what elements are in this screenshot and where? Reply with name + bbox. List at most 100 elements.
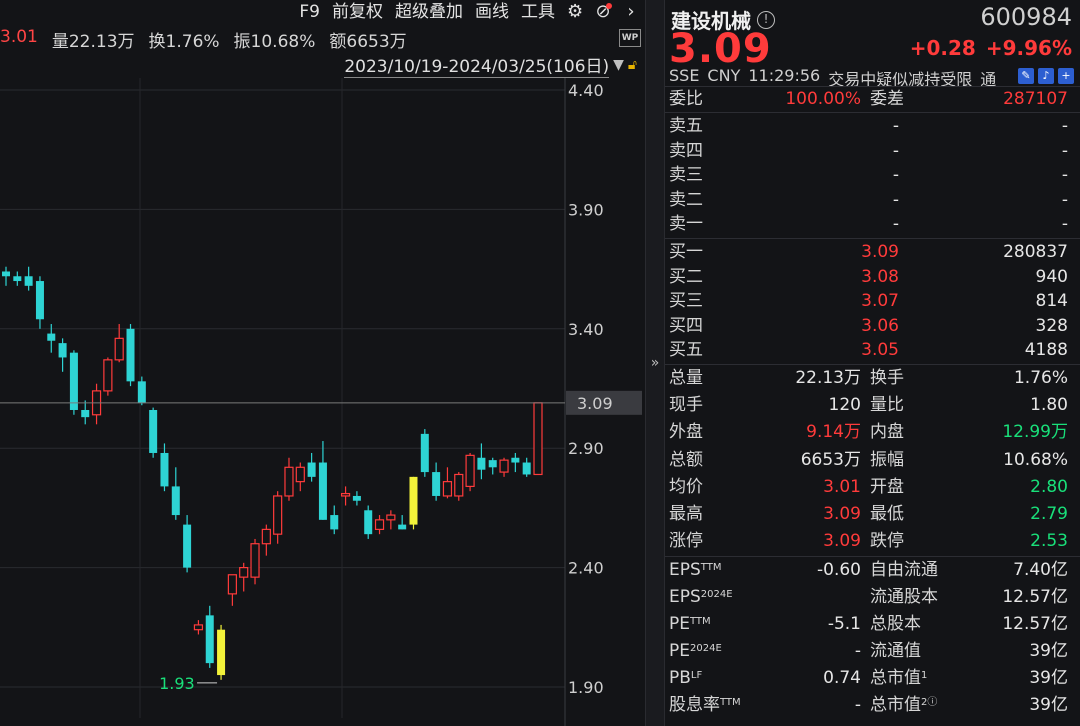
buy-price: 3.07 xyxy=(861,291,899,312)
y-tick-label: 1.90 xyxy=(568,678,604,697)
buy-row[interactable]: 买四 3.06 328 xyxy=(665,314,1074,338)
y-tick-label: 2.90 xyxy=(568,439,604,458)
sell-row[interactable]: 卖三 - - xyxy=(665,163,1074,187)
chevron-right-icon[interactable]: › xyxy=(617,0,645,24)
fundamental-value: -0.60 xyxy=(817,560,861,580)
buy-row[interactable]: 买二 3.08 940 xyxy=(665,265,1074,289)
toolbar-f9[interactable]: F9 xyxy=(293,0,326,24)
gear-icon[interactable]: ⚙ xyxy=(561,0,589,24)
buy-volume: 328 xyxy=(1035,315,1068,336)
candle-body xyxy=(432,472,441,496)
fundamental-label-text: 总市值 xyxy=(870,695,921,715)
sell-row[interactable]: 卖四 - - xyxy=(665,139,1074,163)
fundamental-row: PE2024E - 流通值 39亿 xyxy=(665,639,1074,663)
buy-level-label: 买五 xyxy=(669,340,703,361)
stat-value: 2.79 xyxy=(1030,504,1068,524)
sell-row[interactable]: 卖二 - - xyxy=(665,188,1074,212)
buy-row[interactable]: 买三 3.07 814 xyxy=(665,289,1074,313)
collapse-panel-handle[interactable]: » xyxy=(645,0,665,726)
question-icon[interactable]: ⊘ xyxy=(589,0,617,24)
price-change: +0.28 +9.96% xyxy=(910,36,1072,60)
sell-row[interactable]: 卖五 - - xyxy=(665,114,1074,138)
toolbar-tools[interactable]: 工具 xyxy=(515,0,561,24)
fundamental-value: 12.57亿 xyxy=(1002,587,1068,607)
fundamental-row: PBLF 0.74 总市值1 39亿 xyxy=(665,666,1074,690)
lock-icon[interactable]: 🔓︎ xyxy=(628,57,637,73)
add-icon[interactable]: + xyxy=(1058,68,1074,84)
kline-chart-panel[interactable]: F9 前复权 超级叠加 画线 工具 ⚙ ⊘ › 3.01 量22.13万 换1.… xyxy=(0,0,645,726)
fundamental-label-text: EPS xyxy=(669,587,701,607)
candle-body xyxy=(533,402,543,476)
toolbar-overlay[interactable]: 超级叠加 xyxy=(389,0,469,24)
y-tick-label: 3.90 xyxy=(568,200,604,219)
wei-bi-label: 委比 xyxy=(669,89,703,109)
fundamental-label: 总市值1 xyxy=(870,666,927,690)
sell-level-label: 卖三 xyxy=(669,165,703,186)
candle-body xyxy=(511,457,520,463)
wp-icon[interactable]: WP xyxy=(619,29,641,47)
fundamental-value: -5.1 xyxy=(827,614,861,634)
candle-body xyxy=(386,514,396,521)
candle-body xyxy=(522,462,531,475)
stat-label: 现手 xyxy=(669,395,703,416)
fundamental-label: EPSTTM xyxy=(669,558,721,582)
date-range-selector[interactable]: 2023/10/19-2024/03/25(106日) ▼ 🔓︎ xyxy=(344,52,637,78)
candle-body xyxy=(24,276,33,286)
wei-bi-row: 委比 100.00% 委差 287107 xyxy=(665,87,1074,111)
toolbar-adjusted[interactable]: 前复权 xyxy=(326,0,389,24)
buy-volume: 4188 xyxy=(1024,340,1068,361)
stat-value: 6653万 xyxy=(800,449,861,470)
avg-price-partial: 3.01 xyxy=(0,27,38,47)
sell-volume: - xyxy=(1061,116,1068,136)
candle-body xyxy=(205,615,214,664)
fundamental-label-text: 流通股本 xyxy=(870,587,938,607)
fundamental-value: 12.57亿 xyxy=(1002,614,1068,634)
dropdown-triangle-icon[interactable]: ▼ xyxy=(613,57,624,73)
stat-label: 跌停 xyxy=(870,531,904,552)
candle-body xyxy=(499,459,509,473)
buy-row[interactable]: 买一 3.09 280837 xyxy=(665,240,1074,264)
sell-price: - xyxy=(892,116,899,136)
sell-volume: - xyxy=(1061,140,1068,161)
fundamental-label: 自由流通 xyxy=(870,558,938,582)
buy-price: 3.06 xyxy=(861,315,899,336)
stat-value: 10.68% xyxy=(1003,449,1068,470)
candle-body xyxy=(318,462,327,520)
date-range-text[interactable]: 2023/10/19-2024/03/25(106日) xyxy=(344,52,610,78)
stat-value: 3.09 xyxy=(823,531,861,552)
fundamental-label-text: EPS xyxy=(669,560,701,580)
stock-code: 600984 xyxy=(980,3,1072,31)
fundamental-label-text: PE xyxy=(669,614,690,634)
candle-body xyxy=(465,454,475,488)
stat-value: 2.53 xyxy=(1030,531,1068,552)
stat-value: 22.13万 xyxy=(795,368,861,388)
fundamental-value: - xyxy=(854,695,861,715)
candle-body xyxy=(454,473,464,497)
double-chevron-right-icon: » xyxy=(650,355,660,371)
wei-cha-label: 委差 xyxy=(870,89,904,109)
stat-value: 9.14万 xyxy=(806,422,861,443)
edit-icon[interactable]: ✎ xyxy=(1018,68,1034,84)
buy-volume: 814 xyxy=(1035,291,1068,312)
quote-panel: 建设机械 ! 600984 3.09 +0.28 +9.96% SSE CNY … xyxy=(665,0,1080,726)
fundamental-label-sup: LF xyxy=(690,670,703,681)
fundamental-label-sup: 2ⓘ xyxy=(921,697,938,708)
stat-value: 3.01 xyxy=(823,476,861,497)
stat-label: 振幅 xyxy=(870,449,904,470)
buy-row[interactable]: 买五 3.05 4188 xyxy=(665,338,1074,362)
candle-body xyxy=(126,328,135,382)
fundamental-label: 总股本 xyxy=(870,612,921,636)
low-price-label: 1.93 xyxy=(159,674,195,693)
sell-row[interactable]: 卖一 - - xyxy=(665,212,1074,236)
toolbar-draw[interactable]: 画线 xyxy=(469,0,515,24)
fundamental-label-sup: TTM xyxy=(690,616,711,627)
fundamental-label-text: PE xyxy=(669,641,690,661)
fundamental-label: 流通股本 xyxy=(870,585,938,609)
stat-label: 均价 xyxy=(669,476,703,497)
sell-price: - xyxy=(892,165,899,186)
fundamental-value: 0.74 xyxy=(823,668,861,688)
candle-body xyxy=(364,510,373,535)
candlestick-chart[interactable]: 4.40 3.90 3.40 2.90 2.40 1.90 3.09 1.93 xyxy=(0,78,645,726)
fundamental-value: - xyxy=(854,641,861,661)
bell-icon[interactable]: ♪ xyxy=(1038,68,1054,84)
